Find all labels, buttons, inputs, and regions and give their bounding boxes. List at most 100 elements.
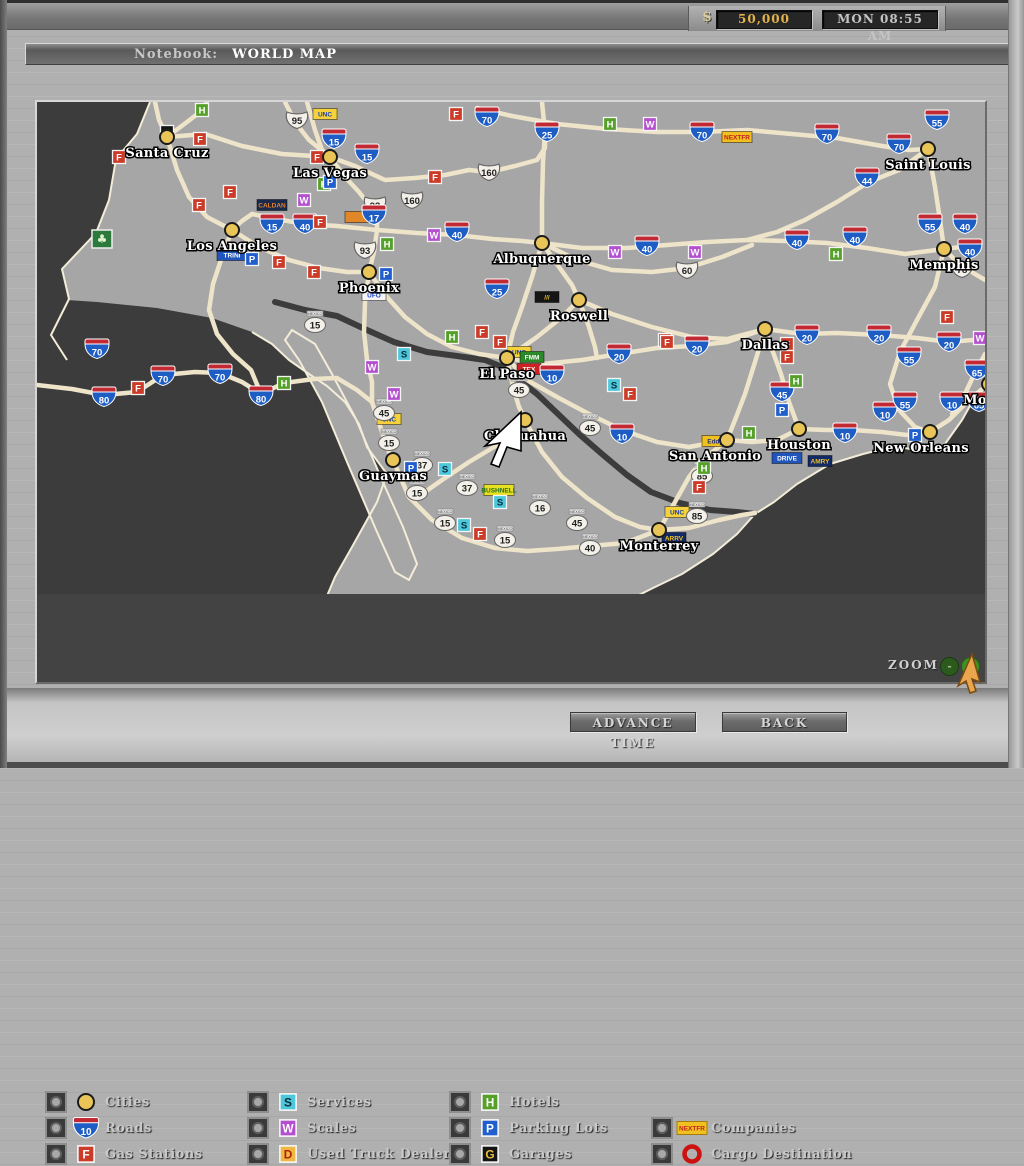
svg-text:25: 25 bbox=[542, 131, 553, 142]
legend-checkbox-gas-stations[interactable] bbox=[45, 1143, 67, 1165]
legend-label: Roads bbox=[105, 1121, 152, 1136]
legend-checkbox-services[interactable] bbox=[247, 1091, 269, 1113]
svg-text:S: S bbox=[611, 381, 617, 392]
company-logo: FMM bbox=[520, 352, 544, 363]
map-icon-F: F bbox=[311, 151, 324, 164]
map-icon-P: P bbox=[909, 429, 922, 442]
legend-checkbox-companies[interactable] bbox=[651, 1117, 673, 1139]
mexico-route-shield: MEXICO85 bbox=[687, 502, 708, 524]
svg-text:MEXICO: MEXICO bbox=[460, 475, 475, 479]
legend-item-gas-stations: FGas Stations bbox=[45, 1143, 203, 1165]
svg-text:70: 70 bbox=[697, 131, 708, 142]
svg-text:20: 20 bbox=[614, 353, 625, 364]
legend-checkbox-roads[interactable] bbox=[45, 1117, 67, 1139]
company-logo: ♣ bbox=[92, 230, 112, 248]
svg-text:W: W bbox=[976, 334, 985, 345]
right-edge-strip bbox=[1008, 0, 1024, 768]
G-legend-icon: G bbox=[471, 1142, 509, 1166]
legend-label: Scales bbox=[307, 1121, 356, 1136]
svg-text:S: S bbox=[442, 465, 448, 476]
svg-text:40: 40 bbox=[960, 223, 971, 234]
advance-time-button[interactable]: ADVANCE TIME bbox=[570, 712, 696, 732]
map-icon-W: W bbox=[428, 229, 441, 242]
city-label: Roswell bbox=[550, 309, 608, 324]
legend-checkbox-used-truck-dealers[interactable] bbox=[247, 1143, 269, 1165]
checkbox-dot bbox=[50, 1148, 62, 1160]
legend-label: Companies bbox=[711, 1121, 796, 1136]
city-label: Albuquerque bbox=[492, 252, 590, 267]
money-display: 50,000 bbox=[716, 10, 812, 29]
city-label: San Antonio bbox=[669, 449, 761, 464]
company-logo: UNC bbox=[313, 109, 337, 120]
S-legend-icon: S bbox=[269, 1090, 307, 1114]
road-legend-icon: 10 bbox=[67, 1116, 105, 1140]
legend-item-services: SServices bbox=[247, 1091, 372, 1113]
legend-item-hotels: HHotels bbox=[449, 1091, 560, 1113]
legend-checkbox-cities[interactable] bbox=[45, 1091, 67, 1113]
legend-checkbox-scales[interactable] bbox=[247, 1117, 269, 1139]
svg-text:F: F bbox=[696, 483, 702, 494]
legend-item-companies: NEXTFRCompanies bbox=[651, 1117, 796, 1139]
mexico-route-shield: MEXICO15 bbox=[305, 311, 326, 333]
company-logo: /// bbox=[535, 292, 559, 303]
legend-label: Hotels bbox=[509, 1095, 560, 1110]
legend-checkbox-cargo-destination[interactable] bbox=[651, 1143, 673, 1165]
svg-text:15: 15 bbox=[440, 519, 451, 530]
svg-text:H: H bbox=[199, 106, 206, 117]
svg-text:10: 10 bbox=[617, 433, 628, 444]
svg-text:10: 10 bbox=[880, 411, 891, 422]
svg-text:W: W bbox=[282, 1122, 294, 1136]
svg-text:20: 20 bbox=[944, 341, 955, 352]
svg-text:H: H bbox=[833, 250, 840, 261]
svg-text:70: 70 bbox=[92, 348, 103, 359]
map-icon-H: H bbox=[196, 104, 209, 117]
legend-checkbox-hotels[interactable] bbox=[449, 1091, 471, 1113]
legend-item-scales: W Scales bbox=[247, 1117, 356, 1139]
back-button[interactable]: BACK bbox=[722, 712, 847, 732]
svg-text:60: 60 bbox=[682, 266, 693, 277]
zoom-label: ZOOM bbox=[888, 658, 939, 672]
legend-checkbox-garages[interactable] bbox=[449, 1143, 471, 1165]
svg-text:10: 10 bbox=[547, 374, 558, 385]
map-icon-H: H bbox=[790, 375, 803, 388]
map-icon-W: W bbox=[644, 118, 657, 131]
checkbox-dot bbox=[252, 1148, 264, 1160]
map-icon-W: W bbox=[609, 246, 622, 259]
svg-text:H: H bbox=[281, 379, 288, 390]
mexico-route-shield: MEXICO 37 bbox=[457, 474, 478, 496]
svg-text:95: 95 bbox=[292, 116, 303, 127]
legend-label: Garages bbox=[509, 1147, 572, 1162]
legend-label: Cargo Destination bbox=[711, 1147, 852, 1162]
legend-item-parking-lots: PParking Lots bbox=[449, 1117, 608, 1139]
legend-item-cities: Cities bbox=[45, 1091, 150, 1113]
map-icon-W: W bbox=[366, 361, 379, 374]
svg-text:F: F bbox=[479, 328, 485, 339]
cargo-legend-icon bbox=[673, 1142, 711, 1166]
svg-text:37: 37 bbox=[462, 484, 473, 495]
svg-text:44: 44 bbox=[862, 177, 873, 188]
notebook-label: Notebook: bbox=[134, 47, 218, 62]
svg-text:F: F bbox=[227, 188, 233, 199]
svg-text:H: H bbox=[701, 464, 708, 475]
svg-text:MEXICO: MEXICO bbox=[308, 312, 323, 316]
legend-item-roads: 10Roads bbox=[45, 1117, 152, 1139]
map-legend: Cities10RoadsFGas StationsSServicesWScal… bbox=[37, 594, 985, 682]
map-icon-S: S bbox=[458, 519, 471, 532]
svg-text:MEXICO: MEXICO bbox=[438, 510, 453, 514]
checkbox-dot bbox=[454, 1122, 466, 1134]
city-label: Los Angeles bbox=[187, 239, 277, 254]
svg-text:W: W bbox=[300, 196, 309, 207]
world-map[interactable]: UNCUNCUNCUNCFMMTEXNEXTFRUFOCALDANEddysDR… bbox=[37, 102, 985, 594]
svg-text:70: 70 bbox=[482, 116, 493, 127]
legend-item-cargo-destination: Cargo Destination bbox=[651, 1143, 852, 1165]
svg-text:93: 93 bbox=[360, 246, 371, 257]
checkbox-dot bbox=[656, 1122, 668, 1134]
svg-text:W: W bbox=[691, 248, 700, 259]
map-icon-F: F bbox=[494, 336, 507, 349]
svg-text:20: 20 bbox=[874, 334, 885, 345]
svg-text:40: 40 bbox=[792, 239, 803, 250]
svg-text:P: P bbox=[779, 406, 786, 417]
city-label: Mo bbox=[963, 393, 985, 408]
legend-checkbox-parking-lots[interactable] bbox=[449, 1117, 471, 1139]
svg-text:P: P bbox=[383, 270, 390, 281]
